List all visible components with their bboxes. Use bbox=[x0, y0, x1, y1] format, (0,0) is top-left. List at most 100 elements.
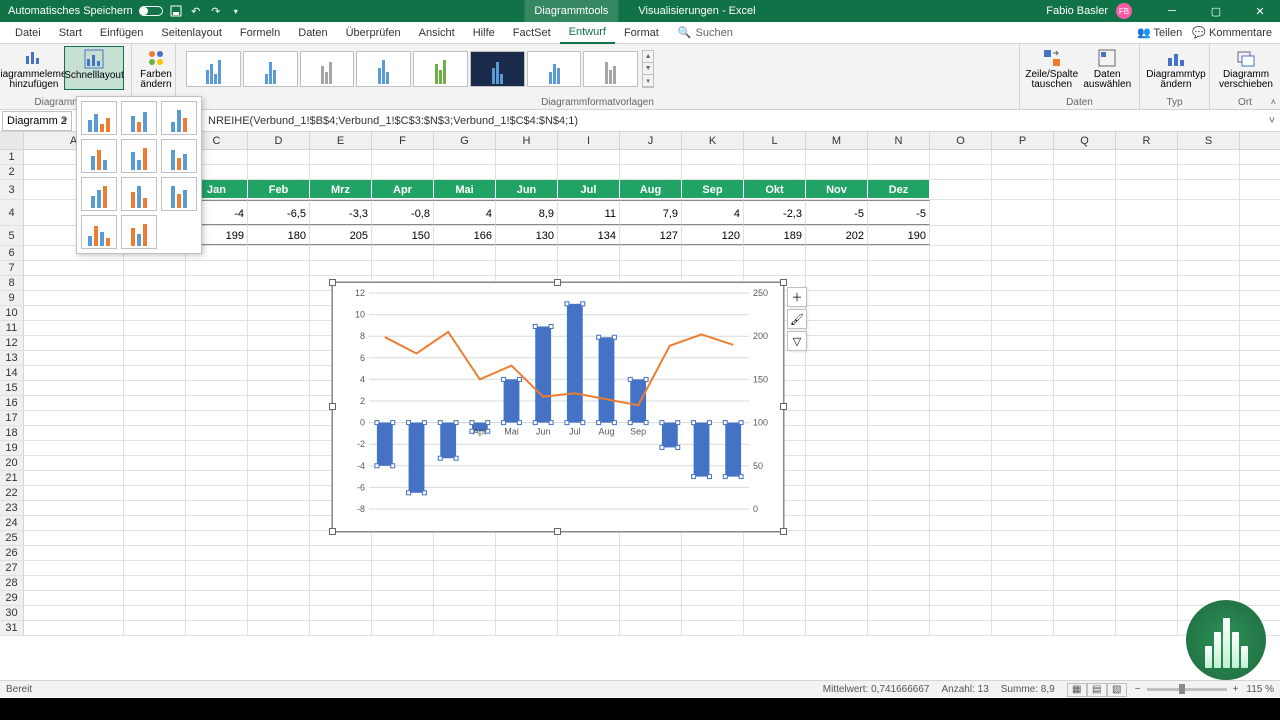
cell[interactable] bbox=[1116, 336, 1178, 350]
tab-datei[interactable]: Datei bbox=[6, 22, 50, 44]
save-icon[interactable] bbox=[169, 4, 183, 18]
cell[interactable] bbox=[186, 456, 248, 470]
view-normal-button[interactable]: ▦ bbox=[1067, 683, 1087, 697]
cell[interactable]: Aug bbox=[620, 180, 682, 199]
cell[interactable] bbox=[496, 246, 558, 260]
cell[interactable] bbox=[868, 351, 930, 365]
cell[interactable] bbox=[434, 621, 496, 635]
cell[interactable] bbox=[1178, 426, 1240, 440]
cell[interactable] bbox=[248, 396, 310, 410]
cell[interactable] bbox=[992, 381, 1054, 395]
cell[interactable] bbox=[1054, 531, 1116, 545]
cell[interactable] bbox=[248, 441, 310, 455]
cell[interactable] bbox=[806, 591, 868, 605]
cell[interactable] bbox=[930, 471, 992, 485]
cell[interactable] bbox=[310, 561, 372, 575]
cell[interactable] bbox=[868, 621, 930, 635]
cell[interactable] bbox=[806, 366, 868, 380]
column-header-M[interactable]: M bbox=[806, 132, 868, 149]
cell[interactable] bbox=[558, 621, 620, 635]
cell[interactable] bbox=[558, 561, 620, 575]
cell[interactable] bbox=[310, 546, 372, 560]
cell[interactable] bbox=[930, 411, 992, 425]
row-header-6[interactable]: 6 bbox=[0, 246, 24, 260]
change-chart-type-button[interactable]: Diagrammtyp ändern bbox=[1144, 46, 1208, 90]
cell[interactable] bbox=[1116, 200, 1178, 225]
cell[interactable] bbox=[930, 165, 992, 179]
cell[interactable] bbox=[806, 165, 868, 179]
cell[interactable] bbox=[248, 606, 310, 620]
cell[interactable] bbox=[868, 501, 930, 515]
cell[interactable] bbox=[806, 621, 868, 635]
cell[interactable] bbox=[1054, 336, 1116, 350]
cell[interactable] bbox=[744, 531, 806, 545]
cell[interactable] bbox=[24, 486, 124, 500]
cell[interactable] bbox=[434, 531, 496, 545]
row-header-29[interactable]: 29 bbox=[0, 591, 24, 605]
cell[interactable]: 8,9 bbox=[496, 200, 558, 225]
zoom-level[interactable]: 115 % bbox=[1246, 684, 1274, 695]
cell[interactable] bbox=[682, 576, 744, 590]
cell[interactable] bbox=[806, 336, 868, 350]
close-button[interactable]: ✕ bbox=[1240, 0, 1280, 22]
cell[interactable] bbox=[682, 531, 744, 545]
cell[interactable] bbox=[124, 591, 186, 605]
cell[interactable] bbox=[1178, 381, 1240, 395]
cell[interactable] bbox=[124, 426, 186, 440]
cell[interactable] bbox=[806, 606, 868, 620]
cell[interactable] bbox=[992, 396, 1054, 410]
cell[interactable] bbox=[868, 576, 930, 590]
cell[interactable] bbox=[1178, 261, 1240, 275]
cell[interactable]: 127 bbox=[620, 226, 682, 245]
cell[interactable] bbox=[496, 150, 558, 164]
cell[interactable] bbox=[24, 576, 124, 590]
chart-elements-button[interactable]: ＋ bbox=[787, 287, 807, 307]
cell[interactable] bbox=[1116, 531, 1178, 545]
row-header-13[interactable]: 13 bbox=[0, 351, 24, 365]
cell[interactable] bbox=[1054, 516, 1116, 530]
cell[interactable] bbox=[868, 291, 930, 305]
cell[interactable]: Okt bbox=[744, 180, 806, 199]
cell[interactable] bbox=[124, 561, 186, 575]
cell[interactable] bbox=[1054, 291, 1116, 305]
cell[interactable] bbox=[186, 366, 248, 380]
cell[interactable] bbox=[1054, 150, 1116, 164]
cell[interactable] bbox=[620, 621, 682, 635]
cell[interactable]: -2,3 bbox=[744, 200, 806, 225]
cell[interactable] bbox=[1116, 396, 1178, 410]
cell[interactable] bbox=[868, 165, 930, 179]
cell[interactable] bbox=[806, 456, 868, 470]
cell[interactable] bbox=[1116, 180, 1178, 199]
cell[interactable] bbox=[620, 591, 682, 605]
cell[interactable] bbox=[1178, 306, 1240, 320]
cell[interactable] bbox=[868, 426, 930, 440]
cell[interactable] bbox=[372, 591, 434, 605]
cell[interactable] bbox=[1178, 486, 1240, 500]
autosave-toggle[interactable] bbox=[139, 6, 163, 16]
cell[interactable] bbox=[868, 456, 930, 470]
user-avatar[interactable]: FB bbox=[1116, 3, 1132, 19]
quick-layout-option-2[interactable] bbox=[121, 101, 157, 135]
cell[interactable] bbox=[930, 591, 992, 605]
quick-layout-option-11[interactable] bbox=[121, 215, 157, 249]
gallery-scroll[interactable]: ▲▼▾ bbox=[642, 50, 654, 88]
cell[interactable] bbox=[186, 531, 248, 545]
cell[interactable] bbox=[992, 165, 1054, 179]
cell[interactable] bbox=[806, 321, 868, 335]
cell[interactable] bbox=[1116, 366, 1178, 380]
cell[interactable] bbox=[124, 546, 186, 560]
cell[interactable] bbox=[992, 321, 1054, 335]
zoom-in-button[interactable]: + bbox=[1233, 684, 1239, 695]
cell[interactable] bbox=[930, 366, 992, 380]
row-header-23[interactable]: 23 bbox=[0, 501, 24, 515]
row-header-17[interactable]: 17 bbox=[0, 411, 24, 425]
cell[interactable] bbox=[1116, 306, 1178, 320]
cell[interactable] bbox=[1116, 291, 1178, 305]
cell[interactable] bbox=[186, 561, 248, 575]
cell[interactable] bbox=[248, 531, 310, 545]
column-header-H[interactable]: H bbox=[496, 132, 558, 149]
cell[interactable] bbox=[620, 561, 682, 575]
cell[interactable] bbox=[1054, 381, 1116, 395]
cell[interactable] bbox=[992, 226, 1054, 245]
cell[interactable] bbox=[496, 531, 558, 545]
